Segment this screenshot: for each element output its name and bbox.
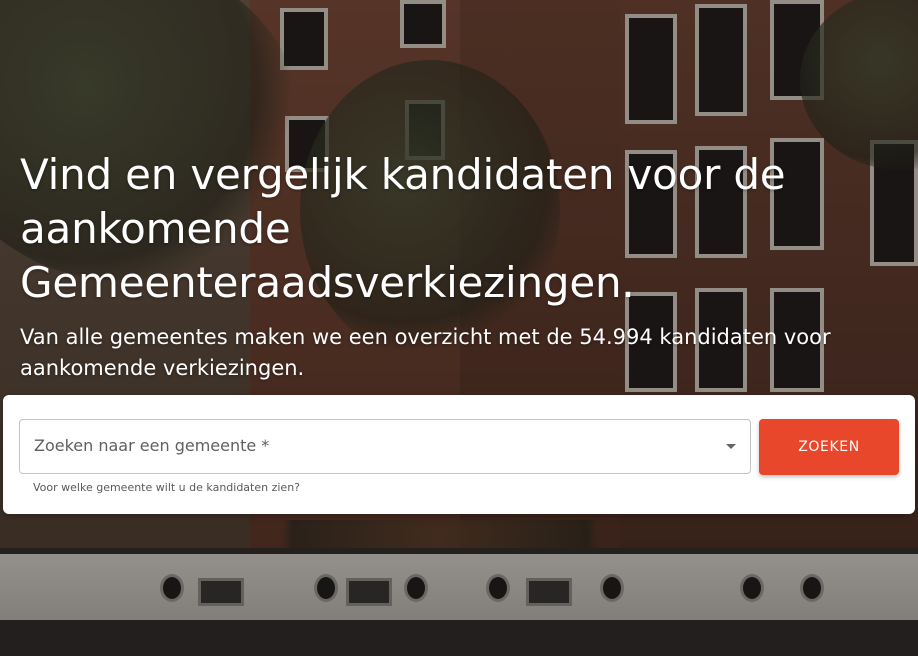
caret-down-icon[interactable] [726, 444, 736, 449]
page-title: Vind en vergelijk kandidaten voor de aan… [20, 150, 786, 307]
search-button[interactable]: ZOEKEN [759, 419, 899, 475]
municipality-select-placeholder: Zoeken naar een gemeente * [34, 436, 270, 455]
hero-section: Vind en vergelijk kandidaten voor de aan… [0, 0, 918, 656]
search-card: Zoeken naar een gemeente * Voor welke ge… [3, 395, 915, 514]
municipality-select[interactable]: Zoeken naar een gemeente * [19, 419, 751, 474]
hero-subtitle: Van alle gemeentes maken we een overzich… [20, 325, 831, 380]
search-helper-text: Voor welke gemeente wilt u de kandidaten… [33, 481, 301, 494]
